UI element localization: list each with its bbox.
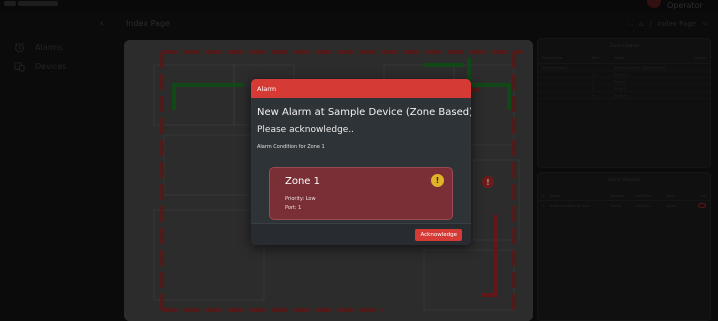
acknowledge-button[interactable]: Acknowledge bbox=[415, 229, 462, 241]
warning-icon: ! bbox=[431, 174, 444, 187]
alarm-condition: Alarm Condition for Zone 1 bbox=[257, 144, 325, 150]
zone-port: Port: 1 bbox=[285, 205, 302, 211]
alarm-modal: Alarm New Alarm at Sample Device (Zone B… bbox=[251, 79, 471, 245]
app-root: Operator Alarms Devices ‹ Index Page ⛶ ⌂… bbox=[0, 0, 718, 321]
alarm-subheading: Please acknowledge.. bbox=[257, 125, 355, 135]
modal-body: New Alarm at Sample Device (Zone Based) … bbox=[251, 107, 471, 150]
alarm-heading: New Alarm at Sample Device (Zone Based) bbox=[257, 107, 471, 118]
modal-footer: Acknowledge bbox=[251, 223, 471, 245]
zone-alarm-card: Zone 1 Priority: Low Port: 1 ! bbox=[269, 167, 453, 220]
modal-header: Alarm bbox=[251, 79, 471, 98]
zone-title: Zone 1 bbox=[285, 176, 320, 187]
zone-priority: Priority: Low bbox=[285, 196, 316, 202]
